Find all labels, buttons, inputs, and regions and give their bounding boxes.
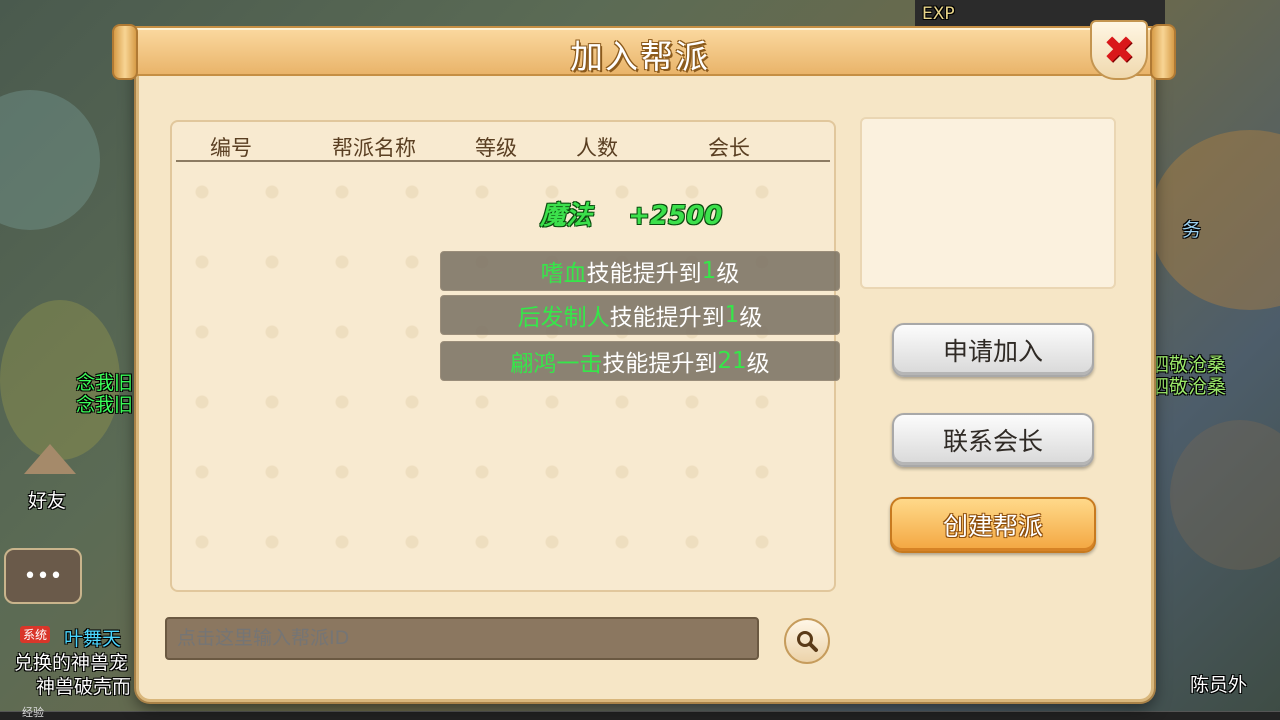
mana-gain-notice: 魔法 +2500 [540, 201, 723, 231]
skill-upgrade-text: 技能提升到 [602, 351, 718, 377]
column-members: 人数 [576, 136, 618, 160]
skill-name: 翩鸿一击 [510, 351, 603, 377]
search-icon [797, 631, 818, 652]
chat-line: 叶舞天 [64, 628, 122, 650]
npc-name: 泗敬沧桑 [1150, 376, 1227, 398]
straw-hat-icon [24, 444, 76, 474]
npc-quest-label: 务 [1182, 219, 1202, 241]
column-leader: 会长 [708, 136, 750, 160]
skill-upgrade-text: 技能提升到 [586, 261, 702, 287]
chat-line: 念我旧 [76, 394, 134, 416]
column-guild-name: 帮派名称 [332, 136, 416, 160]
create-guild-button[interactable]: 创建帮派 [890, 497, 1096, 553]
close-icon: ✖ [1103, 28, 1135, 72]
close-button[interactable]: ✖ [1090, 20, 1148, 80]
skill-level: 21 [717, 348, 747, 374]
skill-level: 1 [701, 258, 717, 284]
column-level: 等级 [475, 136, 517, 160]
dialog-title: 加入帮派 [570, 37, 710, 76]
exp-bar: 经验 [0, 706, 1280, 720]
skill-upgrade-notice: 翩鸿一击 技能提升到 21 级 [440, 341, 840, 381]
contact-leader-button[interactable]: 联系会长 [892, 413, 1094, 467]
skill-upgrade-text: 技能提升到 [609, 305, 725, 331]
column-id: 编号 [210, 136, 252, 160]
chat-bubble-button[interactable]: ••• [4, 548, 82, 604]
exp-label: EXP [922, 4, 955, 24]
skill-level: 1 [724, 302, 740, 328]
chat-line: 神兽破壳而 [36, 676, 132, 698]
ellipsis-icon: ••• [23, 563, 63, 589]
system-tag: 系统 [20, 626, 51, 643]
skill-upgrade-notice: 嗜血 技能提升到 1 级 [440, 251, 840, 291]
guild-info-panel [860, 117, 1116, 289]
skill-level-suffix: 级 [716, 261, 740, 287]
list-header: 编号 帮派名称 等级 人数 会长 [176, 130, 830, 162]
skill-name: 后发制人 [517, 305, 610, 331]
friend-label: 好友 [28, 490, 67, 512]
skill-name: 嗜血 [540, 261, 587, 287]
guild-id-search-input[interactable] [165, 617, 759, 660]
skill-upgrade-notice: 后发制人 技能提升到 1 级 [440, 295, 840, 335]
skill-level-suffix: 级 [739, 305, 763, 331]
npc-name: 陈员外 [1190, 674, 1248, 696]
exp-bar-label: 经验 [22, 706, 44, 719]
chat-line: 兑换的神兽宠 [14, 652, 129, 674]
apply-join-button[interactable]: 申请加入 [892, 323, 1094, 377]
search-button[interactable] [784, 618, 830, 664]
friend-button[interactable]: 好友 [14, 440, 86, 512]
skill-level-suffix: 级 [746, 351, 770, 377]
